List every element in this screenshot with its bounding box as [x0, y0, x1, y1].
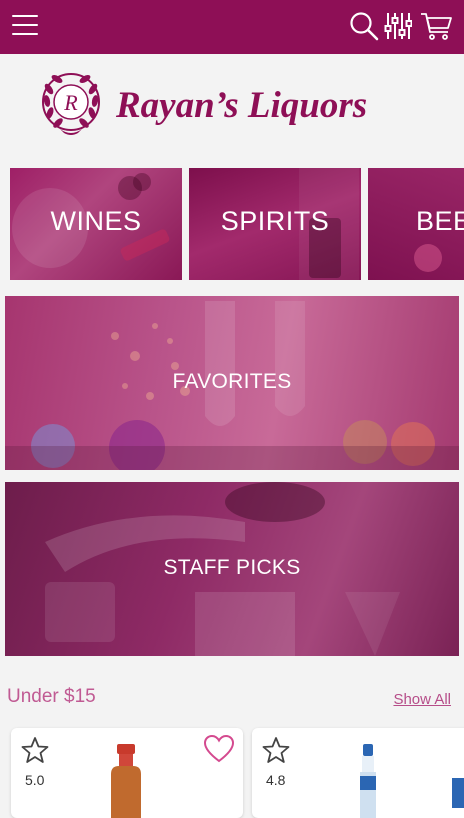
- category-carousel[interactable]: WINES SPIRITS BEER: [0, 168, 464, 280]
- section-header-under-15: Under $15 Show All: [0, 676, 464, 716]
- product-card[interactable]: 5.0: [11, 728, 243, 818]
- product-bottle-image: [111, 744, 141, 818]
- heart-icon[interactable]: [203, 734, 235, 764]
- laurel-seal-logo: R: [42, 73, 100, 135]
- section-title: Under $15: [7, 686, 96, 707]
- star-outline-icon[interactable]: [21, 736, 49, 764]
- staff-picks-banner[interactable]: STAFF PICKS: [5, 482, 459, 656]
- product-rating: 5.0: [25, 772, 45, 788]
- brand-header: R Rayan’s Liquors: [0, 54, 464, 160]
- banner-label: FAVORITES: [172, 370, 292, 393]
- category-tile-wines[interactable]: WINES: [10, 168, 182, 280]
- product-card[interactable]: 4.8: [252, 728, 464, 818]
- product-rating: 4.8: [266, 772, 286, 788]
- favorites-banner[interactable]: FAVORITES: [5, 296, 459, 470]
- category-label: BEER: [416, 206, 464, 236]
- seal-letter: R: [63, 90, 78, 115]
- hamburger-menu-icon[interactable]: [12, 15, 38, 37]
- product-bottle-image: [360, 744, 376, 818]
- star-outline-icon[interactable]: [262, 736, 290, 764]
- category-label: WINES: [50, 206, 142, 236]
- category-tile-spirits[interactable]: SPIRITS: [189, 168, 361, 280]
- filter-sliders-icon[interactable]: [384, 10, 412, 42]
- category-label: SPIRITS: [220, 206, 330, 236]
- brand-name: Rayan’s Liquors: [116, 85, 368, 126]
- show-all-link[interactable]: Show All: [393, 691, 451, 708]
- product-bottle-image: [452, 778, 464, 808]
- search-icon[interactable]: [348, 10, 380, 42]
- banner-label: STAFF PICKS: [163, 556, 301, 579]
- top-app-bar: [0, 0, 464, 54]
- category-tile-beer[interactable]: BEER: [368, 168, 464, 280]
- shopping-cart-icon[interactable]: [420, 10, 454, 42]
